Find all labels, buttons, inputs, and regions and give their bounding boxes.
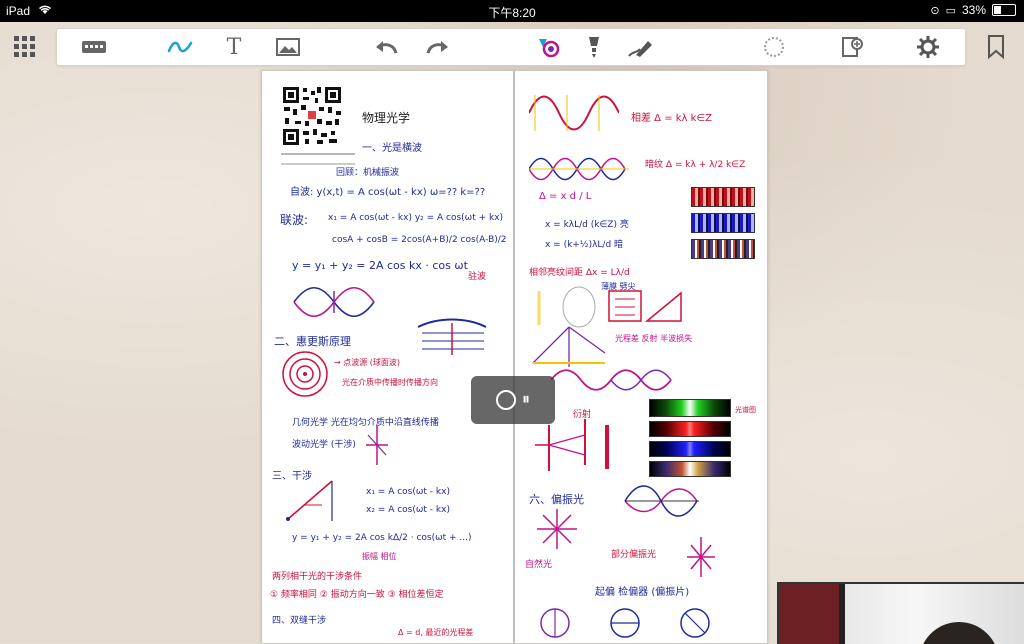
note-eq-dark: 暗纹 Δ = kλ + λ/2 k∈Z (645, 160, 746, 170)
toolbar: T (56, 28, 966, 66)
note-polarizer: 起偏 检偏器 (偏振片) (595, 587, 690, 598)
left-page[interactable]: 物理光学 一、光是横波 回顾：机械振波 自波: y(x,t) = A cos(ω… (262, 71, 513, 643)
recording-icon (495, 390, 516, 410)
blue-diffraction-pattern (649, 441, 731, 457)
orientation-lock-icon: ⊙ (930, 4, 940, 17)
note-section2-note: → 点波源 (球面波) (334, 358, 401, 367)
note-eq-bright: x = kλL/d (k∈Z) 亮 (545, 220, 629, 230)
note-section2: 二、惠更斯原理 (274, 335, 351, 348)
reflection-sketch (532, 326, 606, 367)
partial-polarization-sketch (687, 537, 715, 577)
note-spectrum-caption: 光谱图 (735, 406, 756, 414)
note-thin: 薄膜 劈尖 (601, 282, 636, 291)
eraser-icon[interactable] (625, 34, 655, 60)
natural-light-sketch (537, 509, 577, 549)
single-slit-sketch (535, 419, 609, 471)
notebook-spread[interactable]: 物理光学 一、光是横波 回顾：机械振波 自波: y(x,t) = A cos(ω… (261, 70, 768, 644)
pause-glyph: ⏸ (521, 391, 530, 408)
note-eq-delta: Δ = x d / L (539, 191, 592, 202)
note-eq-wave: 自波: y(x,t) = A cos(ωt - kx) ω=?? k=?? (290, 187, 486, 198)
add-page-icon[interactable] (837, 34, 867, 60)
note-eq-x: y = y₁ + y₂ = 2A cos kΔ/2 · cos(ωt + ...… (292, 533, 472, 543)
undo-icon[interactable] (371, 34, 401, 60)
recording-control-button[interactable]: ⏸ (471, 376, 555, 424)
red-fringe-pattern (691, 187, 755, 207)
blue-fringe-pattern (691, 213, 755, 233)
note-section1: 一、光是横波 (362, 143, 422, 154)
diffraction-wave-sketch (551, 369, 672, 391)
note-multi: 光程差 反射 半波损失 (615, 334, 693, 343)
qr-code (281, 85, 343, 147)
battery-percent: 33% (961, 3, 986, 17)
note-nat: 自然光 (525, 560, 553, 570)
settings-icon[interactable] (913, 34, 943, 60)
spherical-wave-sketch (282, 351, 328, 397)
highlighter-icon[interactable] (581, 34, 607, 60)
note-bottom-eq: Δ = d, 最近的光程差 (398, 628, 474, 637)
bookmark-icon[interactable] (986, 35, 1006, 60)
note-conditions: ① 频率相同 ② 振动方向一致 ③ 相位差恒定 (270, 590, 444, 600)
note-eq-sum-note: 驻波 (468, 272, 487, 282)
status-bar: iPad 下午8:20 ⊙ ▭ 33% (0, 0, 1024, 22)
note-section6: 六、偏振光 (529, 493, 584, 506)
green-diffraction-pattern (649, 399, 731, 417)
polarization-3d-sketch (624, 485, 699, 517)
qr-caption (281, 153, 355, 165)
standing-wave-sketch (293, 286, 375, 318)
note-eq-x2: x₂ = A cos(ωt - kx) (366, 505, 450, 515)
note-eq-sum: y = y₁ + y₂ = 2A cos kx · cos ωt (292, 259, 468, 272)
note-eq-dark2: x = (k+½)λL/d 暗 (545, 240, 624, 250)
red-diffraction-pattern (649, 421, 731, 437)
note-caption1: 回顾：机械振波 (336, 168, 400, 178)
pen-icon[interactable] (165, 34, 195, 60)
note-eq-x-notes: 振幅 相位 (362, 552, 397, 561)
interference-sketch (286, 480, 333, 521)
wavefront-sketch (417, 318, 487, 355)
webcam-preview[interactable] (777, 582, 1024, 644)
note-title: 物理光学 (362, 111, 411, 125)
lasso-icon[interactable] (759, 34, 789, 60)
redo-icon[interactable] (423, 34, 453, 60)
note-section4: 四、双缝干涉 (272, 616, 327, 626)
note-fringe: 相邻亮纹间距 Δx = Lλ/d (529, 268, 630, 278)
note-eq-x1: x₁ = A cos(ωt - kx) (366, 487, 450, 497)
keyboard-icon[interactable] (79, 34, 109, 60)
note-c: 波动光学 (干涉) (292, 440, 356, 450)
note-partial: 部分偏振光 (611, 550, 657, 560)
color-palette-icon[interactable] (533, 34, 563, 60)
note-eq-combined-label: 联波: (280, 213, 309, 227)
image-icon[interactable] (273, 34, 303, 60)
note-eq-combined: x₁ = A cos(ωt - kx) y₂ = A cos(ωt + kx) (328, 213, 504, 223)
text-tool-button[interactable]: T (221, 34, 247, 60)
grid-icon[interactable] (14, 36, 36, 58)
battery-icon (992, 4, 1016, 16)
note-eq-identity: cosA + cosB = 2cos(A+B)/2 cos(A-B)/2 (332, 235, 507, 245)
note-eq-top: 相差 Δ = kλ k∈Z (631, 113, 712, 124)
airplay-icon: ▭ (945, 4, 956, 17)
white-fringe-pattern (691, 239, 755, 259)
polarizer-sketch (540, 608, 710, 638)
sine-wave-sketch (529, 95, 619, 131)
ray-sketch (366, 425, 388, 465)
right-page[interactable]: 相差 Δ = kλ k∈Z 暗纹 Δ = kλ + λ/2 k∈Z Δ = x … (515, 71, 767, 643)
note-interference-title: 两列相干光的干涉条件 (272, 572, 363, 582)
clock: 下午8:20 (488, 6, 536, 20)
beats-sketch (529, 157, 629, 181)
note-a: 光在介质中传播时传播方向 (342, 378, 438, 387)
